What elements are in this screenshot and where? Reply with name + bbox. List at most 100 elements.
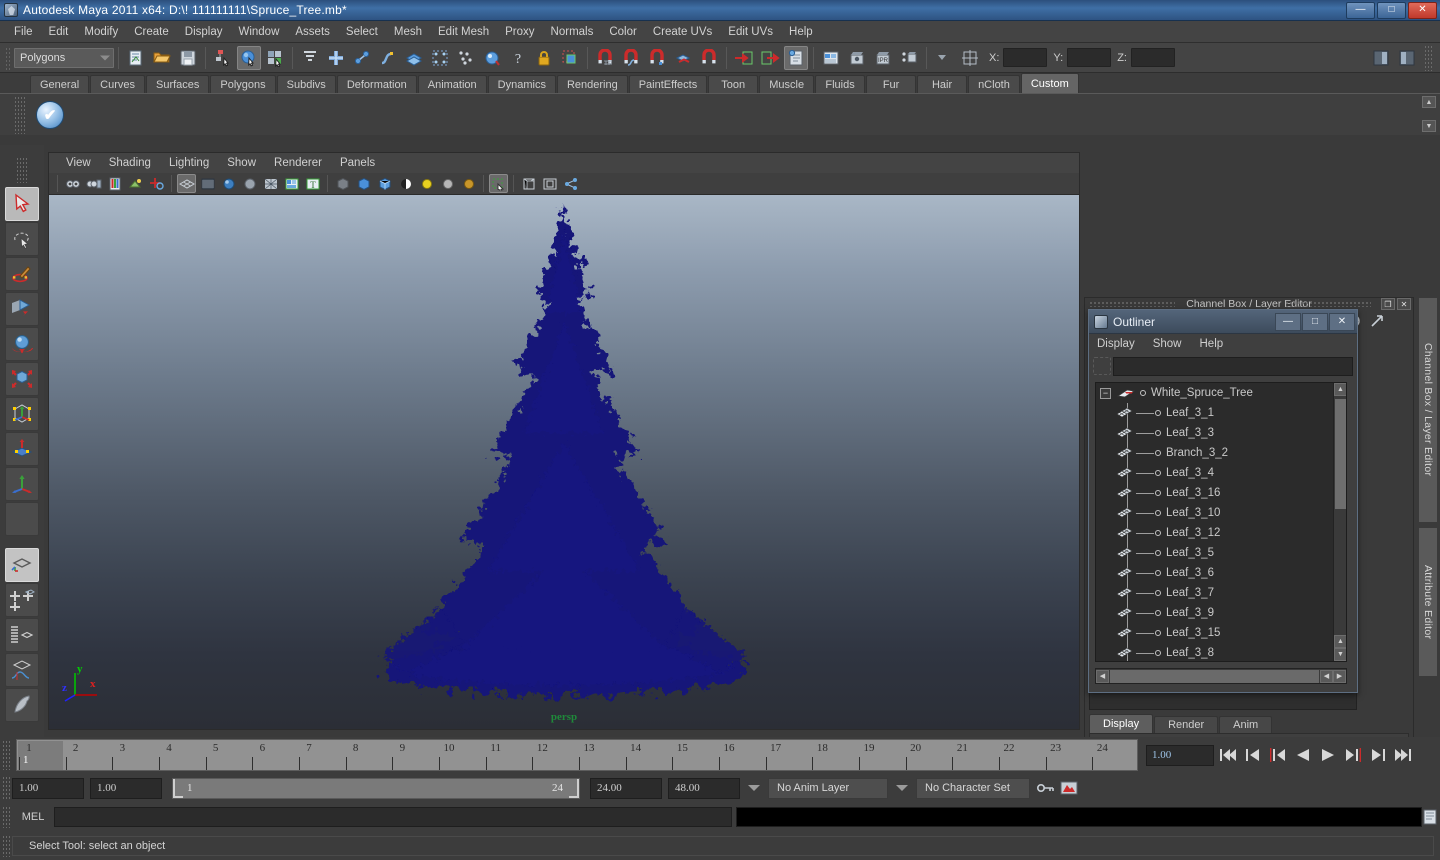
outliner-row[interactable]: Leaf_3_4 — [1096, 463, 1346, 483]
outliner-root-row[interactable]: − White_Spruce_Tree — [1096, 383, 1346, 403]
toolbar-right-gripper[interactable] — [1424, 44, 1434, 71]
go-to-end-button[interactable] — [1391, 744, 1414, 766]
outliner-maximize-button[interactable]: □ — [1302, 312, 1328, 331]
new-scene-icon[interactable] — [124, 46, 148, 70]
camera-attributes-icon[interactable] — [84, 174, 103, 193]
step-forward-frame-button[interactable] — [1366, 744, 1389, 766]
playback-end-time-field[interactable]: 24.00 — [590, 777, 662, 799]
anim-layer-chevron-icon[interactable] — [748, 785, 760, 791]
shelf-tab-dynamics[interactable]: Dynamics — [487, 75, 556, 93]
dock-restore-button[interactable]: ❐ — [1381, 298, 1395, 310]
make-live-icon[interactable] — [454, 46, 478, 70]
vertical-tab-attribute-editor[interactable]: Attribute Editor — [1418, 527, 1438, 677]
menu-item-edit[interactable]: Edit — [41, 24, 77, 40]
shelf-tab-deformation[interactable]: Deformation — [336, 75, 417, 93]
magnet-plane-icon[interactable] — [671, 46, 695, 70]
menu-item-create-uvs[interactable]: Create UVs — [645, 24, 720, 40]
smooth-shade-box-icon[interactable] — [375, 174, 394, 193]
outliner-node-label[interactable]: Branch_3_2 — [1166, 447, 1228, 459]
shelf-tab-rendering[interactable]: Rendering — [556, 75, 628, 93]
four-view-layout[interactable] — [5, 583, 39, 617]
outliner-expand-toggle[interactable]: − — [1100, 387, 1111, 399]
outliner-row[interactable]: Leaf_3_5 — [1096, 543, 1346, 563]
viewport-menu-view[interactable]: View — [57, 156, 100, 170]
select-by-object-type-icon[interactable] — [237, 45, 261, 70]
current-time-field[interactable]: 1.00 — [1146, 744, 1214, 766]
magnet-surface-icon[interactable] — [697, 46, 721, 70]
shelf-tab-muscle[interactable]: Muscle — [759, 75, 815, 93]
flat-shade-icon[interactable] — [240, 174, 259, 193]
range-slider[interactable]: 1 24 — [172, 777, 580, 799]
magnet-point-icon[interactable] — [645, 46, 669, 70]
shelf-tab-custom[interactable]: Custom — [1020, 73, 1079, 93]
viewport-menu-shading[interactable]: Shading — [100, 156, 160, 170]
shelf-tab-curves[interactable]: Curves — [90, 75, 145, 93]
help-line-gripper[interactable] — [2, 834, 12, 857]
toolbar-gripper[interactable] — [4, 45, 12, 70]
blank-tool-slot[interactable] — [5, 502, 39, 536]
outliner-row[interactable]: Leaf_3_3 — [1096, 423, 1346, 443]
play-forwards-button[interactable] — [1316, 744, 1339, 766]
maximize-button[interactable]: □ — [1377, 1, 1406, 19]
outliner-row[interactable]: Leaf_3_1 — [1096, 403, 1346, 423]
outliner-node-label[interactable]: Leaf_3_5 — [1166, 547, 1214, 559]
render-settings-icon[interactable] — [897, 46, 921, 70]
shelf-tab-surfaces[interactable]: Surfaces — [145, 75, 210, 93]
channel-arrow-icon[interactable] — [1369, 313, 1385, 329]
magnet-curve-icon[interactable] — [619, 46, 643, 70]
outliner-node-label[interactable]: Leaf_3_4 — [1166, 467, 1214, 479]
outliner-node-label[interactable]: White_Spruce_Tree — [1151, 387, 1253, 399]
xray-joints-icon[interactable] — [354, 174, 373, 193]
shelf-scroll-arrows[interactable]: ▲ ▼ — [1422, 96, 1436, 132]
shelf-tab-fluids[interactable]: Fluids — [815, 75, 866, 93]
absolute-transform-icon[interactable] — [958, 46, 982, 70]
selection-mask-icon[interactable] — [558, 46, 582, 70]
script-editor-icon[interactable] — [1423, 809, 1437, 825]
viewport-menu-lighting[interactable]: Lighting — [160, 156, 218, 170]
menu-item-create[interactable]: Create — [126, 24, 177, 40]
time-slider[interactable]: 1 1 2 3 4 5 6 7 8 9 10 11 12 13 14 15 16 17 18 19 20 21 22 23 2… — [16, 739, 1138, 771]
shelf-tab-fur[interactable]: Fur — [866, 75, 917, 93]
range-slider-right-handle[interactable] — [569, 778, 579, 798]
shelf-scroll-down-icon[interactable]: ▼ — [1422, 120, 1436, 132]
auto-key-icon[interactable] — [1036, 780, 1056, 796]
outliner-row[interactable]: Leaf_3_16 — [1096, 483, 1346, 503]
outliner-scroll-down-arrow-icon[interactable]: ▲ — [1334, 635, 1346, 648]
shaded-wireframe-icon[interactable] — [261, 174, 280, 193]
outliner-row[interactable]: Leaf_3_15 — [1096, 623, 1346, 643]
menu-item-file[interactable]: File — [6, 24, 41, 40]
outliner-hscrollbar[interactable]: ◀ ◀ ▶ — [1095, 668, 1347, 684]
shelf-scroll-up-icon[interactable]: ▲ — [1422, 96, 1436, 108]
step-back-frame-button[interactable] — [1241, 744, 1264, 766]
open-scene-icon[interactable] — [150, 46, 174, 70]
command-line-gripper[interactable] — [2, 806, 12, 828]
outliner-scroll-up-icon[interactable]: ▲ — [1334, 383, 1346, 396]
scale-tool[interactable] — [5, 362, 39, 396]
light-gray-icon[interactable] — [438, 174, 457, 193]
single-perspective-view[interactable] — [5, 548, 39, 582]
step-forward-key-button[interactable] — [1341, 744, 1364, 766]
menu-item-mesh[interactable]: Mesh — [386, 24, 430, 40]
dock-gripper-right[interactable] — [1285, 301, 1371, 307]
outliner-node-label[interactable]: Leaf_3_3 — [1166, 427, 1214, 439]
shelf-gripper[interactable] — [14, 95, 26, 134]
viewport-menu-show[interactable]: Show — [218, 156, 265, 170]
construction-history-icon[interactable] — [784, 45, 808, 70]
lasso-select-tool[interactable] — [5, 222, 39, 256]
x-input[interactable] — [1003, 48, 1048, 67]
two-d-pan-zoom-icon[interactable] — [147, 174, 166, 193]
viewport-menu-renderer[interactable]: Renderer — [265, 156, 331, 170]
command-language-label[interactable]: MEL — [12, 811, 54, 823]
ipr-render-region-icon[interactable]: IPR — [871, 46, 895, 70]
outliner-close-button[interactable]: ✕ — [1329, 312, 1355, 331]
magnet-grid-icon[interactable] — [593, 46, 617, 70]
share-node-icon[interactable] — [561, 174, 580, 193]
shelf-tab-general[interactable]: General — [30, 75, 90, 93]
snap-to-curve-icon[interactable] — [350, 46, 374, 70]
outliner-hscroll-thumb[interactable] — [1110, 669, 1319, 683]
snap-to-view-plane-icon[interactable] — [402, 46, 426, 70]
menu-item-color[interactable]: Color — [601, 24, 644, 40]
select-hierarchy-mode-icon[interactable] — [298, 46, 322, 70]
outliner-hscroll-prev-icon[interactable]: ◀ — [1320, 669, 1333, 683]
show-hide-attribute-editor-icon[interactable] — [1395, 46, 1419, 70]
